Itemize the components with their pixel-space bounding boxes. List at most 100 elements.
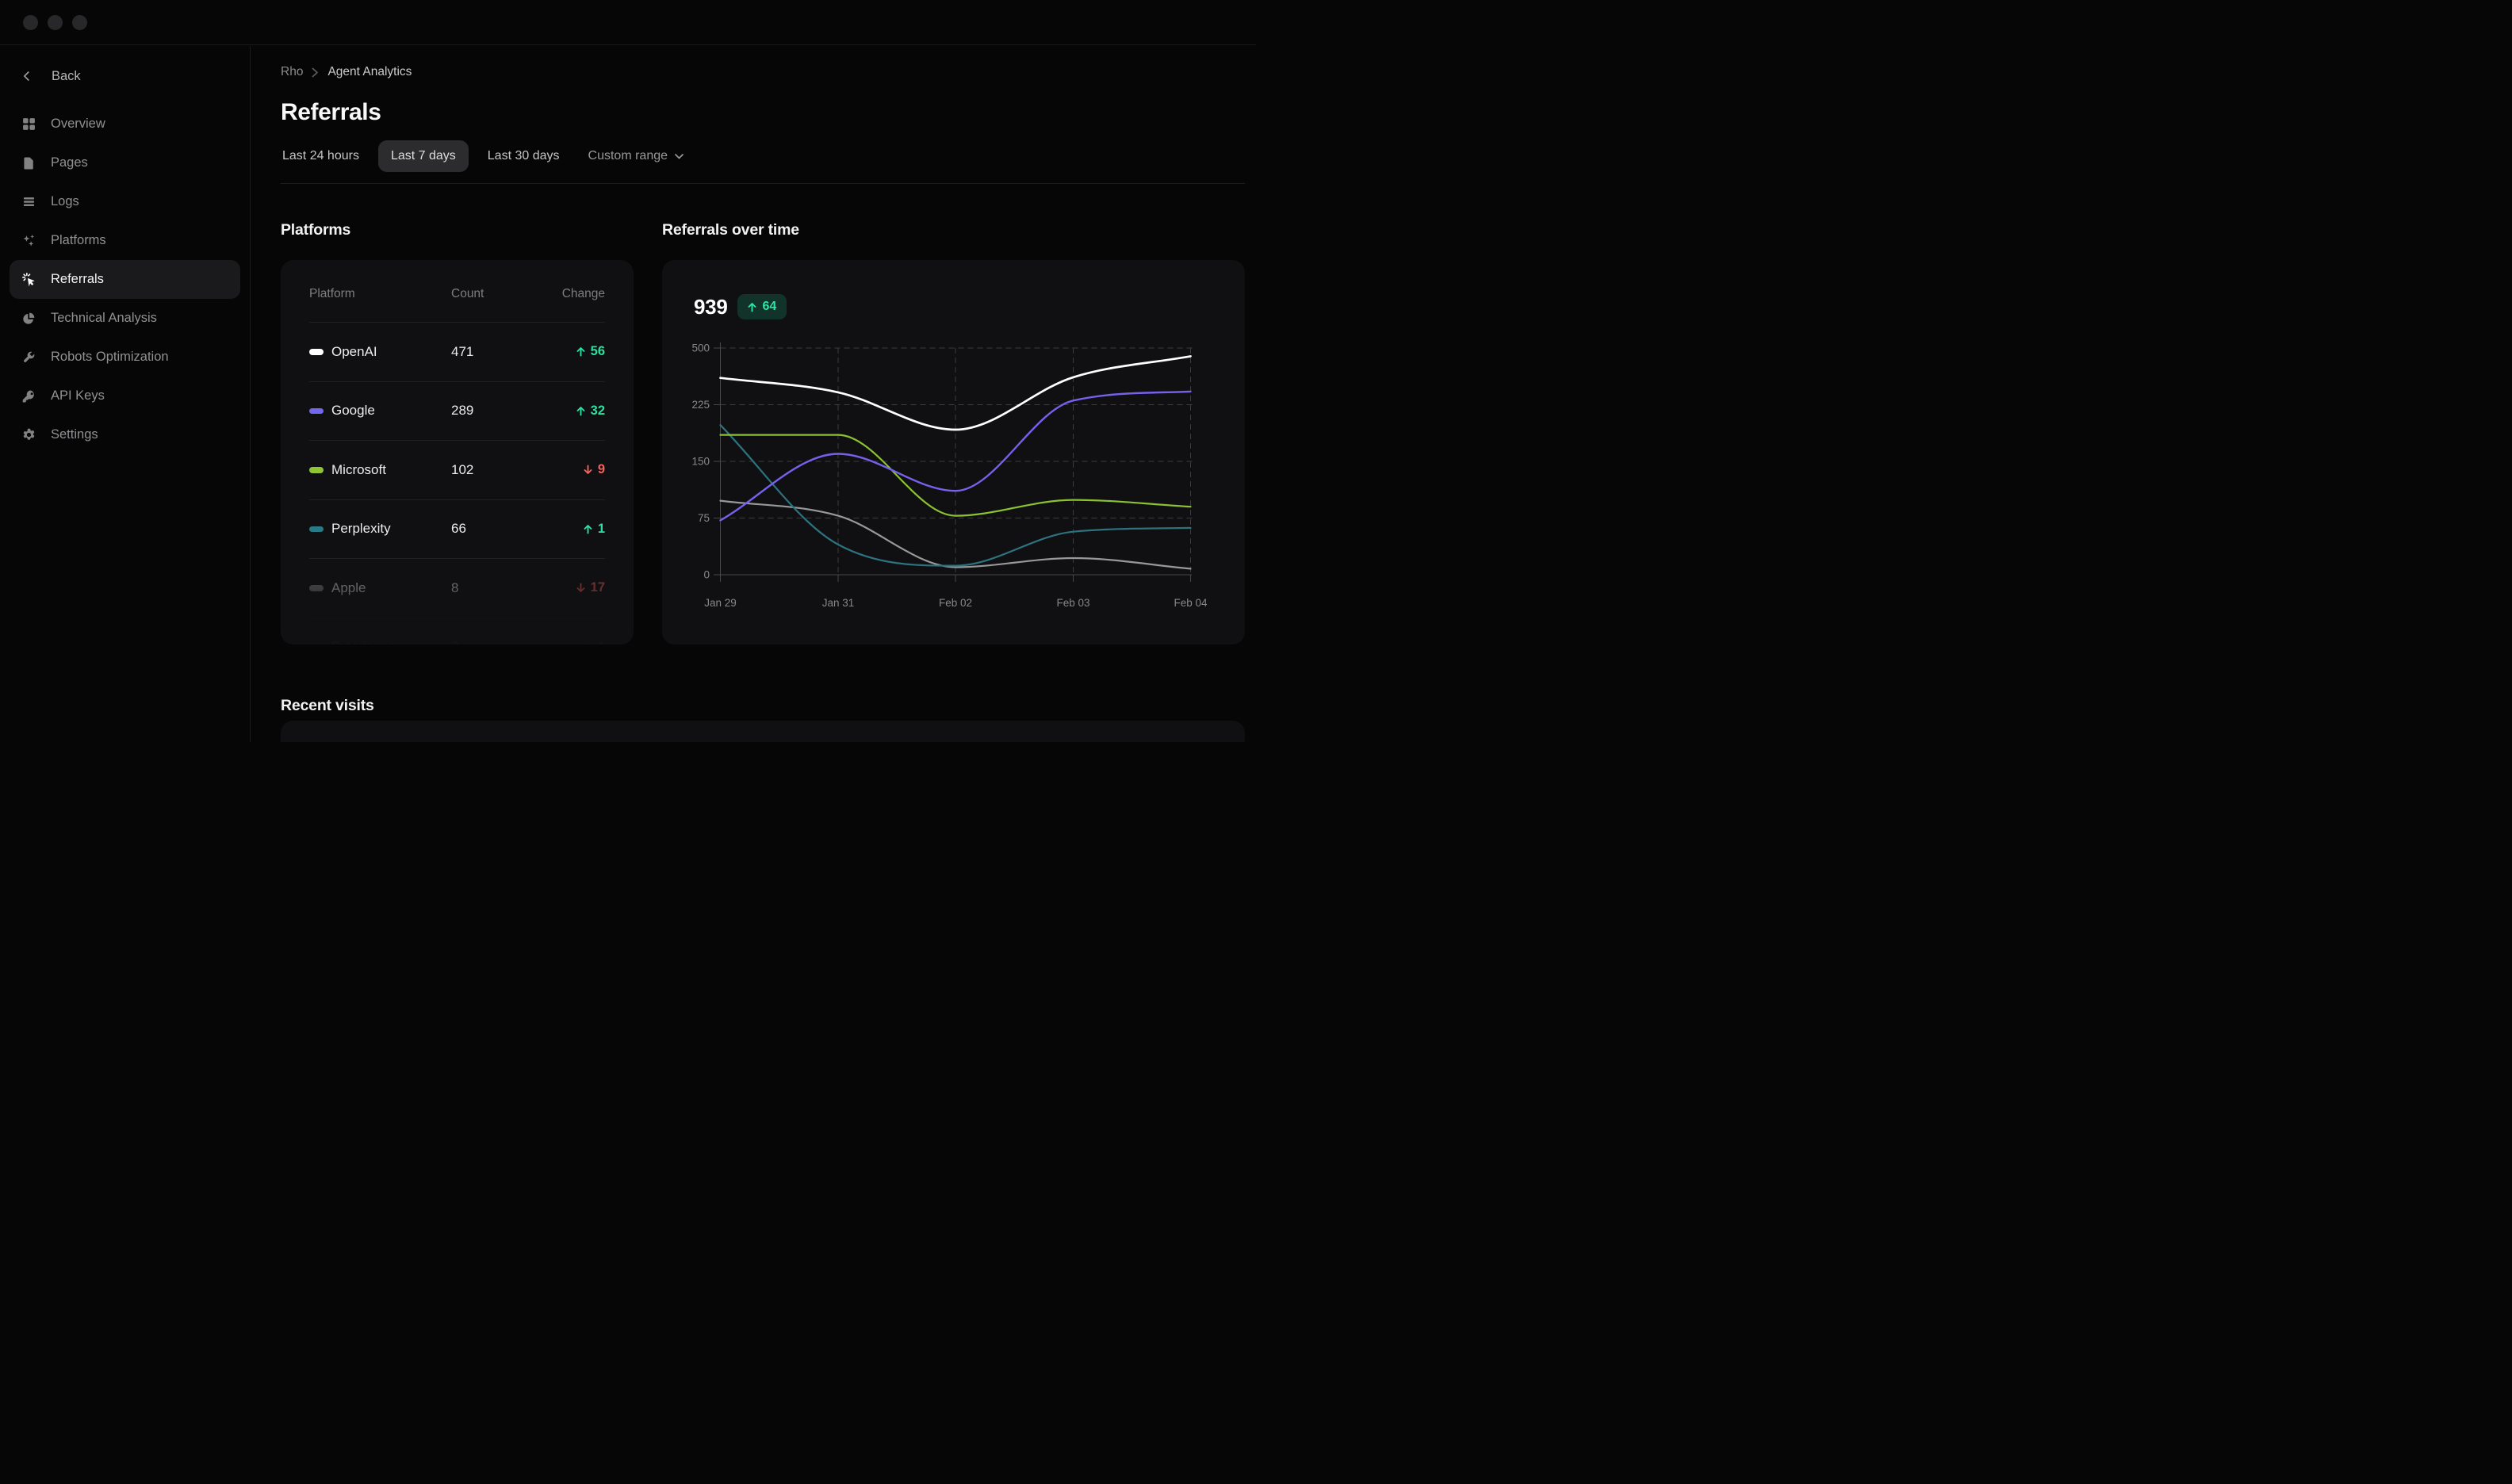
table-row: Google 289 32: [309, 382, 605, 441]
sidebar-item-technical-analysis[interactable]: Technical Analysis: [10, 299, 240, 338]
window-control-dot[interactable]: [72, 14, 87, 30]
referrals-chart-card: 939 64 0 75 150 225 500 Jan 29 Jan 31 Feb 02 Feb…: [662, 260, 1245, 644]
platforms-card: Platform Count Change OpenAI 471 56 Google 2…: [281, 260, 634, 644]
svg-text:Jan 31: Jan 31: [822, 597, 855, 609]
sidebar-item-pages[interactable]: Pages: [10, 143, 240, 182]
svg-text:500: 500: [691, 342, 710, 354]
platform-change: 9: [546, 462, 605, 477]
tab-label: Last 24 hours: [282, 149, 359, 163]
back-button[interactable]: Back: [0, 57, 250, 95]
sidebar-item-label: Robots Optimization: [51, 350, 169, 364]
sidebar-item-robots-optimization[interactable]: Robots Optimization: [10, 338, 240, 377]
table-row: Bytedance 3 1: [309, 618, 605, 644]
referrals-line-chart: 0 75 150 225 500 Jan 29 Jan 31 Feb 02 Feb 03 Feb …: [691, 342, 1208, 610]
sidebar: Back Overview Pages Logs Platforms Referrals…: [0, 46, 251, 742]
tab-last-7-days[interactable]: Last 7 days: [377, 140, 469, 172]
table-row: Microsoft 102 9: [309, 441, 605, 500]
platform-name: Perplexity: [331, 521, 391, 537]
sidebar-item-label: API Keys: [51, 388, 105, 403]
sidebar-item-referrals[interactable]: Referrals: [10, 260, 240, 299]
platform-change: 17: [546, 580, 605, 595]
platform-color-dot: [309, 526, 324, 532]
window-control-dot[interactable]: [48, 14, 63, 30]
arrow-down-icon: [576, 583, 585, 593]
sidebar-item-label: Technical Analysis: [51, 311, 157, 325]
grid-icon: [21, 117, 36, 132]
platforms-section-title: Platforms: [281, 221, 351, 239]
platform-count: 471: [451, 343, 474, 359]
sidebar-item-platforms[interactable]: Platforms: [10, 221, 240, 260]
sidebar-item-logs[interactable]: Logs: [10, 182, 240, 221]
table-row: Perplexity 66 1: [309, 500, 605, 559]
tab-last-24-hours[interactable]: Last 24 hours: [281, 140, 361, 172]
gear-icon: [21, 427, 36, 442]
tab-label: Custom range: [588, 149, 668, 163]
svg-text:Jan 29: Jan 29: [704, 597, 737, 609]
sidebar-item-overview[interactable]: Overview: [10, 105, 240, 143]
divider: [281, 183, 1245, 184]
platform-change: 1: [546, 640, 605, 644]
arrow-up-icon: [576, 346, 585, 357]
recent-visits-section-title: Recent visits: [281, 697, 374, 714]
tab-label: Last 30 days: [487, 149, 560, 163]
tab-last-30-days[interactable]: Last 30 days: [486, 140, 561, 172]
column-count: Count: [451, 287, 484, 300]
svg-text:75: 75: [698, 512, 710, 524]
platform-change: 1: [546, 522, 605, 537]
platform-count: 3: [451, 639, 546, 644]
platform-color-dot: [309, 349, 324, 355]
change-value: 1: [598, 640, 605, 644]
file-icon: [21, 156, 36, 170]
sidebar-item-settings[interactable]: Settings: [10, 415, 240, 454]
recent-visits-card: [281, 721, 1245, 742]
platform-count: 102: [451, 461, 474, 477]
sidebar-nav: Overview Pages Logs Platforms Referrals Techn…: [0, 105, 250, 454]
pie-chart-icon: [21, 312, 36, 326]
platform-name: Bytedance: [331, 639, 395, 644]
table-row: OpenAI 471 56: [309, 323, 605, 382]
svg-text:0: 0: [703, 569, 710, 581]
platform-color-dot: [309, 407, 324, 414]
main-content: Rho Agent Analytics Referrals Last 24 ho…: [251, 46, 1256, 742]
platforms-table-body[interactable]: OpenAI 471 56 Google 289 32 Microsoft 102 9 Perpl…: [281, 323, 634, 644]
sidebar-item-label: Referrals: [51, 272, 104, 286]
tab-custom-range[interactable]: Custom range: [587, 140, 686, 172]
platform-change: 56: [546, 344, 605, 359]
time-range-tabs: Last 24 hours Last 7 days Last 30 days Cust…: [281, 140, 685, 172]
titlebar: [0, 0, 1256, 45]
svg-text:Feb 03: Feb 03: [1056, 597, 1089, 609]
window-control-dot[interactable]: [23, 14, 38, 30]
platform-change: 32: [546, 404, 605, 419]
back-label: Back: [52, 68, 81, 83]
change-value: 56: [590, 344, 605, 359]
platform-count: 8: [451, 579, 459, 595]
platform-color-dot: [309, 467, 324, 473]
platform-name: Google: [331, 403, 375, 419]
change-value: 9: [597, 462, 605, 477]
svg-text:Feb 02: Feb 02: [939, 597, 972, 609]
table-header: Platform Count Change: [309, 260, 605, 323]
platform-name: OpenAI: [331, 343, 377, 359]
arrow-down-icon: [584, 465, 592, 475]
sidebar-item-label: Platforms: [51, 233, 106, 247]
sparkles-icon: [21, 233, 36, 248]
svg-text:Feb 04: Feb 04: [1174, 597, 1208, 609]
logs-icon: [21, 194, 36, 209]
breadcrumb-current[interactable]: Agent Analytics: [327, 65, 412, 79]
arrow-up-icon: [576, 406, 585, 416]
sidebar-item-label: Logs: [51, 194, 79, 208]
cursor-click-icon: [21, 272, 36, 287]
key-icon: [21, 389, 36, 404]
platform-name: Apple: [331, 579, 366, 595]
sidebar-item-api-keys[interactable]: API Keys: [10, 377, 240, 415]
breadcrumb-root[interactable]: Rho: [281, 65, 303, 79]
change-value: 1: [597, 521, 605, 536]
chevron-down-icon: [675, 153, 684, 159]
platform-color-dot: [309, 585, 324, 591]
tab-label: Last 7 days: [390, 149, 456, 163]
arrow-up-icon: [584, 524, 592, 534]
chevron-left-icon: [20, 69, 34, 83]
platform-name: Microsoft: [331, 461, 386, 477]
table-row: Apple 8 17: [309, 559, 605, 618]
platform-count: 289: [451, 403, 474, 419]
